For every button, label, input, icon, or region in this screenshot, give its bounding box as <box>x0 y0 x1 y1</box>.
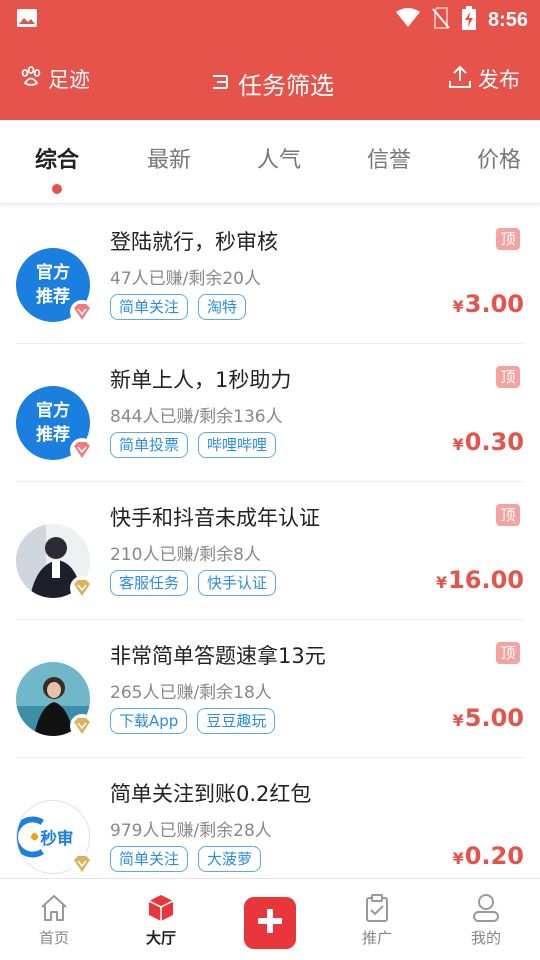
gold-diamond-icon <box>70 714 94 738</box>
nav-home[interactable]: 首页 <box>14 891 94 948</box>
red-diamond-icon <box>70 300 94 324</box>
pinned-top-badge: 顶 <box>496 366 520 388</box>
tab-price[interactable]: 价格 <box>459 142 539 174</box>
task-tag: 快手认证 <box>198 570 277 596</box>
task-card[interactable]: 秒审 简单关注到账0.2红包 979人已赚/剩余28人 简单关注 大菠萝 ¥0.… <box>16 758 524 896</box>
top-header: 足迹 任务筛选 发布 <box>0 36 540 120</box>
task-tag: 淘特 <box>198 294 247 320</box>
task-card[interactable]: 官方 推荐 新单上人，1秒助力 844人已赚/剩余136人 简单投票 哔哩哔哩 顶… <box>16 344 524 482</box>
status-icons: 8:56 <box>395 6 528 34</box>
task-card[interactable]: 官方 推荐 登陆就行，秒审核 47人已赚/剩余20人 简单关注 淘特 顶 ¥3.0… <box>16 206 524 344</box>
task-price: ¥0.20 <box>452 842 524 870</box>
nav-promote[interactable]: 推广 <box>337 891 417 948</box>
avatar <box>16 662 94 738</box>
pinned-top-badge: 顶 <box>496 504 520 526</box>
plus-icon <box>255 906 285 940</box>
upload-icon <box>448 65 472 94</box>
battery-charging-icon <box>461 6 476 34</box>
task-filter-button[interactable]: 任务筛选 <box>212 66 334 101</box>
home-icon <box>14 891 94 925</box>
task-title: 非常简单答题速拿13元 <box>110 644 326 668</box>
task-title: 简单关注到账0.2红包 <box>110 782 312 806</box>
app-screen: 8:56 足迹 任务筛选 发布 综合 最新 人气 信誉 价格 官方 推荐 登陆就… <box>0 0 540 960</box>
footprint-button[interactable]: 足迹 <box>20 64 90 94</box>
task-stats: 979人已赚/剩余28人 <box>110 821 272 841</box>
task-tag: 简单关注 <box>110 846 189 872</box>
bottom-navigation: 首页 大厅 推广 我的 <box>0 878 540 960</box>
filter-list-icon <box>212 70 232 98</box>
task-title: 快手和抖音未成年认证 <box>110 506 320 530</box>
no-sim-icon <box>432 7 450 33</box>
avatar <box>16 524 94 600</box>
task-tags: 简单关注 淘特 <box>110 294 247 320</box>
task-tag: 大菠萝 <box>198 846 262 872</box>
task-price: ¥3.00 <box>452 290 524 318</box>
task-list: 官方 推荐 登陆就行，秒审核 47人已赚/剩余20人 简单关注 淘特 顶 ¥3.0… <box>0 206 540 896</box>
tab-newest[interactable]: 最新 <box>129 142 209 174</box>
task-tag: 哔哩哔哩 <box>198 432 277 458</box>
task-tags: 下载App 豆豆趣玩 <box>110 708 276 734</box>
sort-tabs: 综合 最新 人气 信誉 价格 <box>0 120 540 204</box>
nav-profile-label: 我的 <box>470 929 501 947</box>
task-tag: 豆豆趣玩 <box>197 708 276 734</box>
task-stats: 844人已赚/剩余136人 <box>110 407 283 427</box>
hall-cube-icon <box>121 891 201 925</box>
task-stats: 47人已赚/剩余20人 <box>110 269 261 289</box>
clipboard-check-icon <box>337 891 417 925</box>
tab-reputation[interactable]: 信誉 <box>349 142 429 174</box>
image-icon <box>16 8 38 32</box>
task-tags: 客服任务 快手认证 <box>110 570 277 596</box>
task-tag: 下载App <box>110 708 188 734</box>
task-title: 登陆就行，秒审核 <box>110 230 278 254</box>
status-bar: 8:56 <box>0 0 540 36</box>
nav-hall[interactable]: 大厅 <box>121 891 201 948</box>
tab-popular[interactable]: 人气 <box>239 142 319 174</box>
paw-icon <box>20 65 42 93</box>
red-diamond-icon <box>70 438 94 462</box>
nav-hall-label: 大厅 <box>145 929 176 947</box>
gold-diamond-icon <box>70 852 94 876</box>
footprint-label: 足迹 <box>48 68 90 92</box>
task-stats: 265人已赚/剩余18人 <box>110 683 272 703</box>
page-title: 任务筛选 <box>238 72 334 100</box>
avatar: 官方 推荐 <box>16 248 94 324</box>
gold-diamond-icon <box>70 576 94 600</box>
task-tags: 简单投票 哔哩哔哩 <box>110 432 277 458</box>
task-tag: 简单投票 <box>110 432 189 458</box>
task-tag: 简单关注 <box>110 294 189 320</box>
add-task-button[interactable] <box>244 897 296 949</box>
avatar: 官方 推荐 <box>16 386 94 462</box>
avatar: 秒审 <box>16 800 94 876</box>
clock-time: 8:56 <box>487 8 528 31</box>
task-title: 新单上人，1秒助力 <box>110 368 292 392</box>
task-tags: 简单关注 大菠萝 <box>110 846 262 872</box>
task-stats: 210人已赚/剩余8人 <box>110 545 261 565</box>
nav-promote-label: 推广 <box>361 929 392 947</box>
profile-icon <box>446 891 526 925</box>
pinned-top-badge: 顶 <box>496 228 520 250</box>
task-price: ¥5.00 <box>452 704 524 732</box>
task-price: ¥0.30 <box>452 428 524 456</box>
active-tab-indicator <box>52 184 62 194</box>
nav-profile[interactable]: 我的 <box>446 891 526 948</box>
nav-home-label: 首页 <box>38 929 69 947</box>
publish-label: 发布 <box>478 68 520 92</box>
task-card[interactable]: 快手和抖音未成年认证 210人已赚/剩余8人 客服任务 快手认证 顶 ¥16.0… <box>16 482 524 620</box>
svg-text:秒审: 秒审 <box>40 828 73 848</box>
task-card[interactable]: 非常简单答题速拿13元 265人已赚/剩余18人 下载App 豆豆趣玩 顶 ¥5… <box>16 620 524 758</box>
publish-button[interactable]: 发布 <box>448 64 520 94</box>
task-tag: 客服任务 <box>110 570 189 596</box>
wifi-icon <box>395 8 420 32</box>
tab-comprehensive[interactable]: 综合 <box>17 142 97 174</box>
pinned-top-badge: 顶 <box>496 642 520 664</box>
task-price: ¥16.00 <box>435 566 524 594</box>
